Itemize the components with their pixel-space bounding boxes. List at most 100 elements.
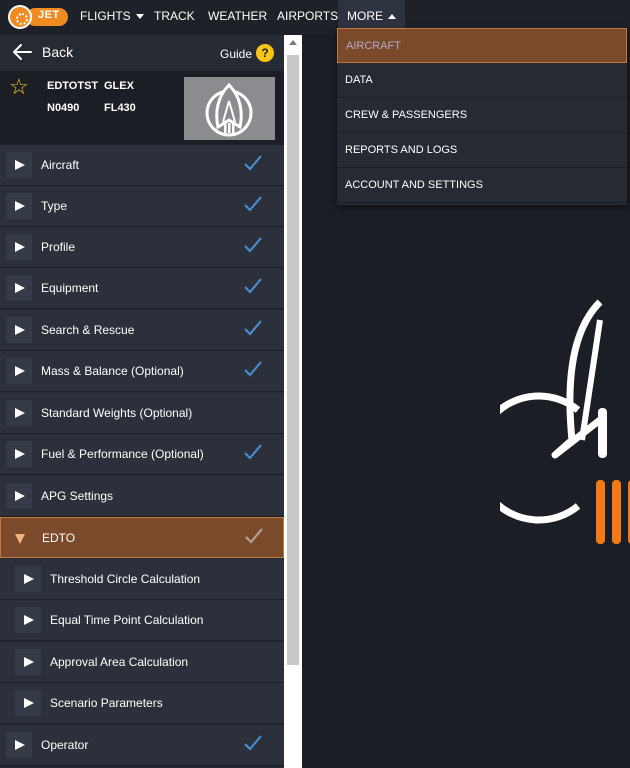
expand-box	[15, 566, 41, 592]
play-icon	[15, 242, 25, 252]
menu-item-apg-settings[interactable]: APG Settings	[0, 476, 284, 517]
play-icon	[24, 574, 34, 584]
checkmark-icon	[244, 155, 262, 171]
menu-item-label: Equal Time Point Calculation	[50, 613, 204, 627]
menu-subitem-approval-area[interactable]: Approval Area Calculation	[0, 642, 284, 683]
play-icon	[15, 283, 25, 293]
menu-item-mass-balance[interactable]: Mass & Balance (Optional)	[0, 351, 284, 392]
checkmark-icon	[244, 361, 262, 377]
play-icon	[15, 408, 25, 418]
back-row: Back Guide ?	[0, 35, 284, 71]
play-icon	[24, 615, 34, 625]
menu-item-label: APG Settings	[41, 489, 114, 503]
checkmark-icon	[244, 320, 262, 336]
background-rocket-logo	[500, 299, 630, 544]
menu-item-operator[interactable]: Operator	[0, 725, 284, 766]
menu-item-edto[interactable]: EDTO	[0, 517, 284, 558]
expand-box	[7, 525, 33, 551]
nav-weather[interactable]: WEATHER	[208, 0, 267, 35]
play-icon	[15, 325, 25, 335]
expand-box	[6, 483, 32, 509]
menu-item-label: Scenario Parameters	[50, 696, 163, 710]
nav-airports[interactable]: AIRPORTS	[277, 0, 338, 35]
checkmark-icon	[244, 196, 262, 212]
menu-item-label: Operator	[41, 738, 89, 752]
menu-item-search-rescue[interactable]: Search & Rescue	[0, 310, 284, 351]
guide-button[interactable]: Guide	[220, 47, 252, 61]
checkmark-icon	[244, 278, 262, 294]
menu-item-type[interactable]: Type	[0, 186, 284, 227]
play-icon	[15, 449, 25, 459]
triangle-down-icon	[15, 534, 25, 544]
more-menu-crew-passengers[interactable]: CREW & PASSENGERS	[337, 98, 627, 133]
aircraft-type: GLEX	[104, 80, 134, 92]
menu-item-fuel-performance[interactable]: Fuel & Performance (Optional)	[0, 434, 284, 475]
flight-id: EDTOTST	[47, 80, 99, 92]
menu-item-label: Search & Rescue	[41, 323, 135, 337]
menu-item-label: Profile	[41, 240, 76, 254]
logo-text: JET	[38, 9, 60, 21]
menu-item-standard-weights[interactable]: Standard Weights (Optional)	[0, 393, 284, 434]
expand-box	[6, 317, 32, 343]
expand-box	[6, 358, 32, 384]
menu-item-profile[interactable]: Profile	[0, 227, 284, 268]
expand-box	[15, 690, 41, 716]
nav-flights[interactable]: FLIGHTS	[80, 0, 144, 35]
menu-item-label: EDTO	[42, 531, 76, 545]
expand-box	[15, 649, 41, 675]
help-icon[interactable]: ?	[256, 44, 274, 62]
sidebar: Back Guide ? ☆ EDTOTST GLEX N0490 FL430 …	[0, 35, 284, 768]
play-icon	[15, 201, 25, 211]
play-icon	[15, 366, 25, 376]
flight-level: FL430	[104, 102, 136, 114]
expand-box	[6, 234, 32, 260]
play-icon	[15, 160, 25, 170]
menu-subitem-scenario-parameters[interactable]: Scenario Parameters	[0, 683, 284, 724]
menu-item-label: Aircraft	[41, 158, 80, 172]
expand-box	[6, 152, 32, 178]
nav-flights-label: FLIGHTS	[80, 9, 131, 23]
menu-item-label: Standard Weights (Optional)	[41, 406, 193, 420]
scroll-up-arrow-icon[interactable]	[289, 40, 297, 45]
checkmark-icon	[244, 444, 262, 460]
expand-box	[15, 607, 41, 633]
play-icon	[15, 491, 25, 501]
menu-item-equipment[interactable]: Equipment	[0, 268, 284, 309]
menu-subitem-equal-time-point[interactable]: Equal Time Point Calculation	[0, 600, 284, 641]
cruise-speed: N0490	[47, 102, 80, 114]
menu-item-label: Approval Area Calculation	[50, 655, 189, 669]
expand-box	[6, 441, 32, 467]
more-dropdown-menu: AIRCRAFT DATA CREW & PASSENGERS REPORTS …	[337, 28, 627, 205]
menu-subitem-threshold-circle[interactable]: Threshold Circle Calculation	[0, 559, 284, 600]
menu-item-label: Mass & Balance (Optional)	[41, 364, 184, 378]
play-icon	[24, 698, 34, 708]
play-icon	[15, 740, 25, 750]
rocket-logo-icon	[205, 82, 253, 137]
nav-more-label: MORE	[347, 9, 383, 23]
chevron-down-icon	[135, 14, 144, 20]
back-button[interactable]: Back	[42, 44, 73, 60]
expand-box	[6, 193, 32, 219]
scrollbar-thumb[interactable]	[287, 55, 299, 665]
more-menu-reports-logs[interactable]: REPORTS AND LOGS	[337, 133, 627, 168]
menu-item-label: Equipment	[41, 281, 99, 295]
expand-box	[6, 732, 32, 758]
play-icon	[24, 657, 34, 667]
back-arrow-icon[interactable]	[12, 43, 32, 61]
checkmark-icon	[245, 528, 263, 544]
checkmark-icon	[244, 237, 262, 253]
menu-item-label: Threshold Circle Calculation	[50, 572, 201, 586]
checkmark-icon	[244, 735, 262, 751]
menu-item-label: Fuel & Performance (Optional)	[41, 447, 204, 461]
expand-box	[6, 275, 32, 301]
more-menu-account-settings[interactable]: ACCOUNT AND SETTINGS	[337, 168, 627, 203]
app-logo[interactable]: JET	[8, 5, 68, 29]
menu-item-aircraft[interactable]: Aircraft	[0, 145, 284, 186]
chevron-up-icon	[388, 14, 396, 20]
more-menu-aircraft[interactable]: AIRCRAFT	[337, 28, 627, 63]
aircraft-thumbnail	[184, 77, 275, 140]
more-menu-data[interactable]: DATA	[337, 63, 627, 98]
logo-icon	[8, 5, 32, 29]
favorite-star-icon[interactable]: ☆	[9, 74, 29, 100]
nav-track[interactable]: TRACK	[154, 0, 195, 35]
